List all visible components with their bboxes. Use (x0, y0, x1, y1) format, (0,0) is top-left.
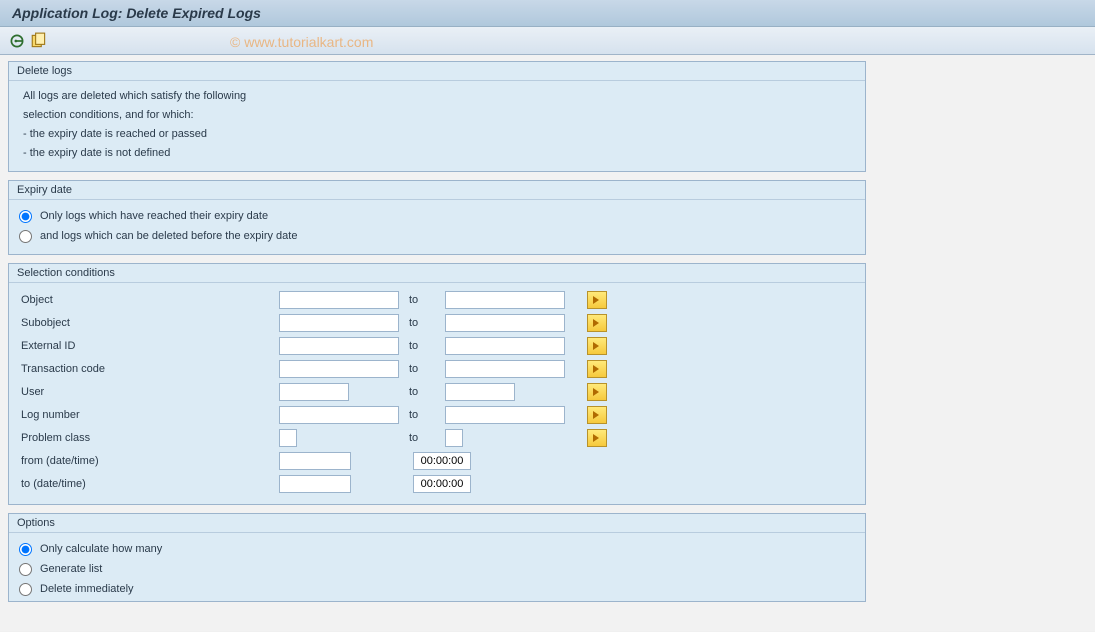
row-to-datetime: to (date/time) (19, 473, 855, 495)
page-title: Application Log: Delete Expired Logs (0, 0, 1095, 27)
label-problem-class: Problem class (19, 432, 279, 444)
input-from-date[interactable] (279, 452, 351, 470)
input-from-time[interactable] (413, 452, 471, 470)
label-from-datetime: from (date/time) (19, 455, 279, 467)
multiselect-externalid-button[interactable] (587, 337, 607, 355)
label-log-number: Log number (19, 409, 279, 421)
label-external-id: External ID (19, 340, 279, 352)
radio-expiry-reached-label: Only logs which have reached their expir… (40, 206, 268, 226)
radio-calc-only-label: Only calculate how many (40, 539, 162, 559)
input-problemclass-from[interactable] (279, 429, 297, 447)
variants-icon[interactable] (30, 32, 48, 50)
row-log-number: Log number to (19, 404, 855, 426)
radio-generate-list-label: Generate list (40, 559, 102, 579)
label-object: Object (19, 294, 279, 306)
input-subobject-from[interactable] (279, 314, 399, 332)
input-lognum-from[interactable] (279, 406, 399, 424)
group-title-expiry: Expiry date (9, 181, 865, 200)
row-user: User to (19, 381, 855, 403)
group-title-selection: Selection conditions (9, 264, 865, 283)
row-problem-class: Problem class to (19, 427, 855, 449)
radio-calc-only-input[interactable] (19, 543, 32, 556)
group-expiry-date: Expiry date Only logs which have reached… (8, 180, 866, 255)
radio-expiry-reached-input[interactable] (19, 210, 32, 223)
input-to-date[interactable] (279, 475, 351, 493)
input-subobject-to[interactable] (445, 314, 565, 332)
radio-expiry-before[interactable]: and logs which can be deleted before the… (19, 226, 855, 246)
multiselect-lognum-button[interactable] (587, 406, 607, 424)
row-subobject: Subobject to (19, 312, 855, 334)
multiselect-subobject-button[interactable] (587, 314, 607, 332)
multiselect-object-button[interactable] (587, 291, 607, 309)
input-object-to[interactable] (445, 291, 565, 309)
radio-calc-only[interactable]: Only calculate how many (19, 539, 855, 559)
radio-generate-list-input[interactable] (19, 563, 32, 576)
input-to-time[interactable] (413, 475, 471, 493)
radio-expiry-reached[interactable]: Only logs which have reached their expir… (19, 206, 855, 226)
group-title-delete-logs: Delete logs (9, 62, 865, 81)
label-subobject: Subobject (19, 317, 279, 329)
label-to-datetime: to (date/time) (19, 478, 279, 490)
label-user: User (19, 386, 279, 398)
input-user-to[interactable] (445, 383, 515, 401)
group-delete-logs: Delete logs All logs are deleted which s… (8, 61, 866, 172)
multiselect-user-button[interactable] (587, 383, 607, 401)
to-label: to (409, 386, 445, 398)
to-label: to (409, 409, 445, 421)
delete-logs-desc-2: selection conditions, and for which: (19, 106, 855, 125)
input-tcode-from[interactable] (279, 360, 399, 378)
group-options: Options Only calculate how many Generate… (8, 513, 866, 602)
multiselect-problemclass-button[interactable] (587, 429, 607, 447)
to-label: to (409, 432, 445, 444)
to-label: to (409, 317, 445, 329)
radio-delete-immediately[interactable]: Delete immediately (19, 579, 855, 599)
main-area: Delete logs All logs are deleted which s… (0, 55, 1095, 631)
execute-icon[interactable] (8, 32, 26, 50)
radio-generate-list[interactable]: Generate list (19, 559, 855, 579)
input-lognum-to[interactable] (445, 406, 565, 424)
row-external-id: External ID to (19, 335, 855, 357)
radio-expiry-before-label: and logs which can be deleted before the… (40, 226, 297, 246)
label-transaction-code: Transaction code (19, 363, 279, 375)
delete-logs-bullet-2: - the expiry date is not defined (19, 144, 855, 163)
row-transaction-code: Transaction code to (19, 358, 855, 380)
to-label: to (409, 294, 445, 306)
input-externalid-from[interactable] (279, 337, 399, 355)
to-label: to (409, 340, 445, 352)
radio-expiry-before-input[interactable] (19, 230, 32, 243)
row-object: Object to (19, 289, 855, 311)
group-selection-conditions: Selection conditions Object to Subobject… (8, 263, 866, 505)
delete-logs-desc-1: All logs are deleted which satisfy the f… (19, 87, 855, 106)
toolbar (0, 27, 1095, 55)
to-label: to (409, 363, 445, 375)
delete-logs-bullet-1: - the expiry date is reached or passed (19, 125, 855, 144)
group-title-options: Options (9, 514, 865, 533)
input-object-from[interactable] (279, 291, 399, 309)
multiselect-tcode-button[interactable] (587, 360, 607, 378)
input-externalid-to[interactable] (445, 337, 565, 355)
row-from-datetime: from (date/time) (19, 450, 855, 472)
input-tcode-to[interactable] (445, 360, 565, 378)
radio-delete-immediately-input[interactable] (19, 583, 32, 596)
input-problemclass-to[interactable] (445, 429, 463, 447)
input-user-from[interactable] (279, 383, 349, 401)
radio-delete-immediately-label: Delete immediately (40, 579, 134, 599)
